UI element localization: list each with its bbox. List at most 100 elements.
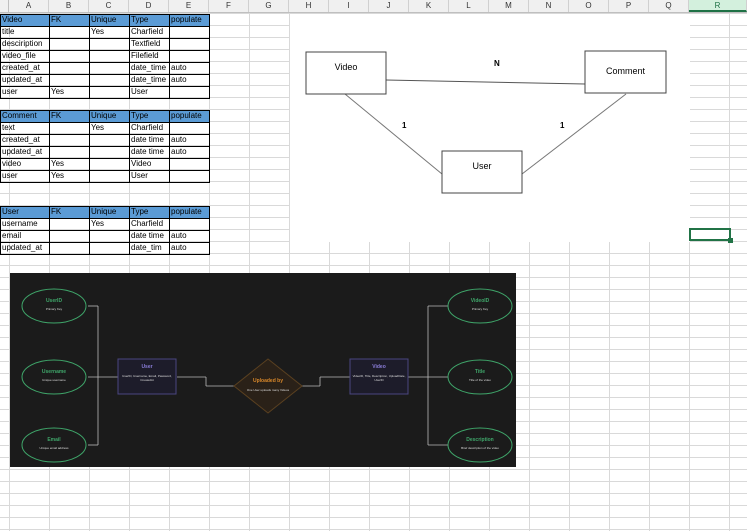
comment-table-header-cell[interactable]: Comment xyxy=(0,110,49,122)
video-table-cell[interactable]: Charfield xyxy=(129,26,169,38)
video-table-cell[interactable]: User xyxy=(129,86,169,98)
comment-table-cell[interactable] xyxy=(89,170,129,182)
column-header-a[interactable]: A xyxy=(9,0,49,12)
comment-table-cell[interactable]: updated_at xyxy=(0,146,49,158)
video-table-cell[interactable] xyxy=(49,62,89,74)
comment-table-cell[interactable]: date time xyxy=(129,146,169,158)
user-table-cell[interactable]: auto xyxy=(169,242,209,254)
comment-table-cell[interactable]: Yes xyxy=(49,170,89,182)
video-table-cell[interactable] xyxy=(169,26,209,38)
comment-table-cell[interactable]: user xyxy=(0,170,49,182)
video-table-header-cell[interactable]: Video xyxy=(0,14,49,26)
column-header-h[interactable]: H xyxy=(289,0,329,12)
user-table-cell[interactable] xyxy=(49,218,89,230)
video-table-cell[interactable]: auto xyxy=(169,62,209,74)
comment-table-header-cell[interactable]: Type xyxy=(129,110,169,122)
comment-table-cell[interactable]: Yes xyxy=(49,158,89,170)
user-table-cell[interactable]: updated_at xyxy=(0,242,49,254)
comment-table-cell[interactable]: date time xyxy=(129,134,169,146)
column-header-i[interactable]: I xyxy=(329,0,369,12)
comment-table-header-cell[interactable]: populate xyxy=(169,110,209,122)
dark-er-diagram-image[interactable]: UserID Primary Key VideoID Primary Key Usern… xyxy=(10,273,516,467)
video-table-cell[interactable] xyxy=(169,38,209,50)
video-table-header-cell[interactable]: populate xyxy=(169,14,209,26)
video-table-header-cell[interactable]: Type xyxy=(129,14,169,26)
comment-table-cell[interactable]: Charfield xyxy=(129,122,169,134)
column-header-p[interactable]: P xyxy=(609,0,649,12)
video-table-cell[interactable] xyxy=(89,86,129,98)
user-table-header-cell[interactable]: populate xyxy=(169,206,209,218)
column-header-e[interactable]: E xyxy=(169,0,209,12)
comment-table-cell[interactable]: Video xyxy=(129,158,169,170)
user-table-cell[interactable]: date_tim xyxy=(129,242,169,254)
video-table-cell[interactable] xyxy=(49,26,89,38)
user-table-header-cell[interactable]: FK xyxy=(49,206,89,218)
video-table-cell[interactable] xyxy=(169,86,209,98)
comment-table-cell[interactable] xyxy=(89,146,129,158)
column-header-r[interactable]: R xyxy=(689,0,747,12)
column-header-d[interactable]: D xyxy=(129,0,169,12)
column-header-j[interactable]: J xyxy=(369,0,409,12)
user-table-cell[interactable] xyxy=(89,242,129,254)
column-header-c[interactable]: C xyxy=(89,0,129,12)
comment-table-header-cell[interactable]: FK xyxy=(49,110,89,122)
user-table-header-cell[interactable]: Type xyxy=(129,206,169,218)
video-table-cell[interactable] xyxy=(89,62,129,74)
select-all-corner[interactable] xyxy=(0,0,9,12)
video-table-cell[interactable]: created_at xyxy=(0,62,49,74)
column-header-l[interactable]: L xyxy=(449,0,489,12)
fill-handle[interactable] xyxy=(728,238,733,243)
video-table-cell[interactable] xyxy=(49,38,89,50)
video-table-cell[interactable] xyxy=(169,50,209,62)
video-table-cell[interactable]: date_time xyxy=(129,62,169,74)
user-table-cell[interactable] xyxy=(49,242,89,254)
video-table-header-cell[interactable]: FK xyxy=(49,14,89,26)
user-table-cell[interactable] xyxy=(49,230,89,242)
video-table-cell[interactable]: desciription xyxy=(0,38,49,50)
comment-table-cell[interactable] xyxy=(89,158,129,170)
video-table-cell[interactable]: Yes xyxy=(89,26,129,38)
comment-table-cell[interactable] xyxy=(169,122,209,134)
video-table-cell[interactable]: Yes xyxy=(49,86,89,98)
column-header-b[interactable]: B xyxy=(49,0,89,12)
video-table-cell[interactable]: Textfield xyxy=(129,38,169,50)
video-table-cell[interactable]: video_file xyxy=(0,50,49,62)
video-table-header-cell[interactable]: Unique xyxy=(89,14,129,26)
video-table-cell[interactable] xyxy=(89,74,129,86)
comment-table-cell[interactable] xyxy=(89,134,129,146)
user-table-cell[interactable]: Yes xyxy=(89,218,129,230)
comment-table-header-cell[interactable]: Unique xyxy=(89,110,129,122)
column-header-g[interactable]: G xyxy=(249,0,289,12)
er-diagram-panel[interactable]: Video Comment User N 1 1 xyxy=(290,14,690,242)
column-header-n[interactable]: N xyxy=(529,0,569,12)
user-table-cell[interactable]: date time xyxy=(129,230,169,242)
user-table-cell[interactable]: username xyxy=(0,218,49,230)
comment-table-cell[interactable] xyxy=(49,146,89,158)
user-table-cell[interactable] xyxy=(169,218,209,230)
comment-table-cell[interactable]: auto xyxy=(169,134,209,146)
video-table-cell[interactable]: title xyxy=(0,26,49,38)
column-header-o[interactable]: O xyxy=(569,0,609,12)
video-table-cell[interactable]: updated_at xyxy=(0,74,49,86)
user-table-cell[interactable]: Charfield xyxy=(129,218,169,230)
comment-table-cell[interactable]: auto xyxy=(169,146,209,158)
video-table-cell[interactable] xyxy=(49,50,89,62)
video-table-cell[interactable] xyxy=(89,38,129,50)
column-header-m[interactable]: M xyxy=(489,0,529,12)
video-table-cell[interactable]: date_time xyxy=(129,74,169,86)
comment-table-cell[interactable] xyxy=(169,170,209,182)
video-table-cell[interactable] xyxy=(89,50,129,62)
video-table-cell[interactable]: user xyxy=(0,86,49,98)
comment-table-cell[interactable]: Yes xyxy=(89,122,129,134)
user-table-cell[interactable]: email xyxy=(0,230,49,242)
user-table-cell[interactable]: auto xyxy=(169,230,209,242)
comment-table-cell[interactable]: created_at xyxy=(0,134,49,146)
video-table-cell[interactable] xyxy=(49,74,89,86)
column-header-k[interactable]: K xyxy=(409,0,449,12)
video-table-cell[interactable]: auto xyxy=(169,74,209,86)
active-cell-r20[interactable] xyxy=(689,228,731,241)
comment-table-cell[interactable] xyxy=(49,122,89,134)
comment-table-cell[interactable]: video xyxy=(0,158,49,170)
column-header-f[interactable]: F xyxy=(209,0,249,12)
comment-table-cell[interactable] xyxy=(169,158,209,170)
